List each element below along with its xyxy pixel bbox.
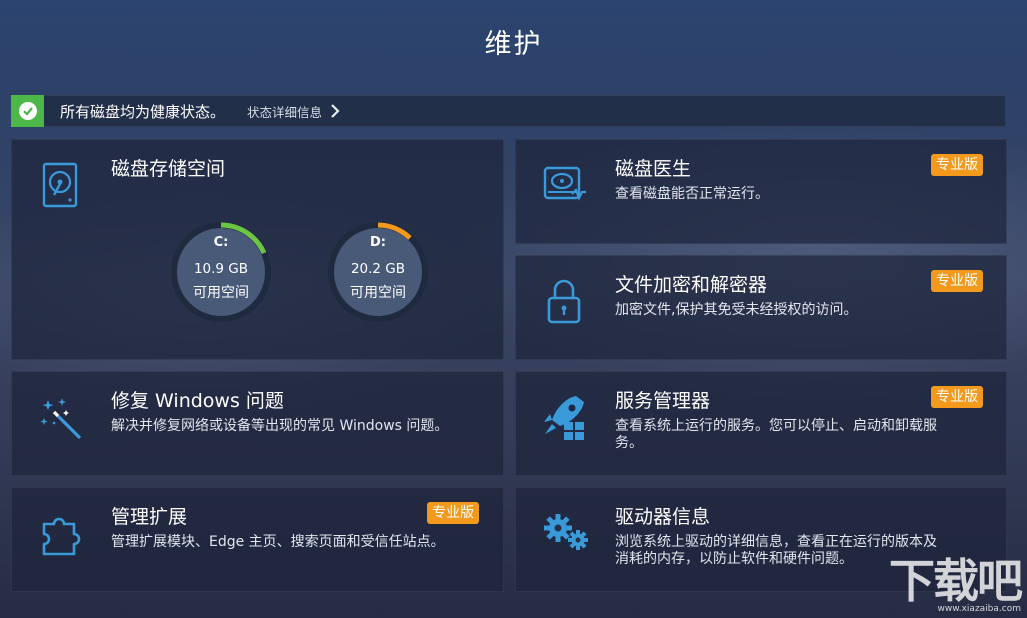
drive-free-size: 10.9 GB — [193, 261, 249, 277]
status-details-link[interactable]: 状态详细信息 — [247, 102, 322, 121]
page-title: 维护 — [484, 29, 543, 60]
file-encrypt-desc: 加密文件,保护其免受未经授权的访问。 — [615, 302, 858, 318]
watermark: 下载吧 www.xiazaiba.com — [889, 554, 1023, 614]
lock-icon — [546, 278, 590, 326]
disk-storage-title: 磁盘存储空间 — [111, 158, 226, 180]
pro-badge: 专业版 — [931, 386, 983, 408]
extensions-card[interactable]: 管理扩展 管理扩展模块、Edge 主页、搜索页面和受信任站点。 专业版 — [11, 487, 504, 592]
repair-windows-desc: 解决并修复网络或设备等出现的常见 Windows 问题。 — [111, 418, 449, 434]
drive-label: D: — [370, 235, 386, 250]
health-status-bar: 所有磁盘均为健康状态。 状态详细信息 — [11, 95, 1006, 127]
service-manager-card[interactable]: 服务管理器 查看系统上运行的服务。您可以停止、启动和卸载服 务。 专业版 — [515, 371, 1007, 476]
pro-badge: 专业版 — [931, 270, 983, 292]
desc-line: 查看系统上运行的服务。您可以停止、启动和卸载服 — [615, 418, 937, 434]
repair-windows-card[interactable]: 修复 Windows 问题 解决并修复网络或设备等出现的常见 Windows 问… — [11, 371, 504, 476]
gears-icon — [542, 512, 588, 560]
desc-line: 务。 — [615, 435, 643, 451]
pro-badge: 专业版 — [931, 154, 983, 176]
service-manager-title: 服务管理器 — [615, 390, 711, 412]
repair-windows-title: 修复 Windows 问题 — [111, 390, 284, 412]
file-encrypt-title: 文件加密和解密器 — [615, 274, 768, 296]
file-encrypt-card[interactable]: 文件加密和解密器 加密文件,保护其免受未经授权的访问。 专业版 — [515, 255, 1007, 360]
watermark-text: 下载吧 — [889, 554, 1023, 608]
puzzle-icon — [40, 510, 84, 558]
disk-storage-card[interactable]: 磁盘存储空间 C: 10.9 GB 可用空间 D: 20.2 GB 可用空间 — [11, 139, 504, 360]
pro-badge: 专业版 — [427, 502, 479, 524]
rocket-windows-icon — [542, 394, 586, 442]
chevron-right-icon[interactable] — [330, 103, 340, 119]
magic-wand-icon — [40, 396, 84, 444]
health-status-message: 所有磁盘均为健康状态。 — [60, 102, 226, 121]
disk-doctor-desc: 查看磁盘能否正常运行。 — [615, 186, 769, 202]
drive-c-gauge[interactable]: C: 10.9 GB 可用空间 — [169, 220, 273, 324]
disk-doctor-card[interactable]: 磁盘医生 查看磁盘能否正常运行。 专业版 — [515, 139, 1007, 244]
extensions-desc: 管理扩展模块、Edge 主页、搜索页面和受信任站点。 — [111, 534, 445, 550]
drive-d-gauge[interactable]: D: 20.2 GB 可用空间 — [326, 220, 430, 324]
service-manager-desc: 查看系统上运行的服务。您可以停止、启动和卸载服 务。 — [615, 418, 995, 452]
driver-info-title: 驱动器信息 — [615, 506, 711, 528]
hard-drive-icon — [42, 162, 86, 210]
disk-doctor-title: 磁盘医生 — [615, 158, 692, 180]
disk-health-icon — [542, 164, 586, 212]
extensions-title: 管理扩展 — [111, 506, 188, 528]
drive-free-label: 可用空间 — [350, 285, 406, 301]
healthy-check-icon — [11, 95, 44, 127]
drive-free-size: 20.2 GB — [350, 261, 406, 277]
drive-free-label: 可用空间 — [193, 285, 249, 301]
desc-line: 浏览系统上驱动的详细信息，查看正在运行的版本及 — [615, 534, 937, 550]
drive-label: C: — [213, 235, 229, 250]
